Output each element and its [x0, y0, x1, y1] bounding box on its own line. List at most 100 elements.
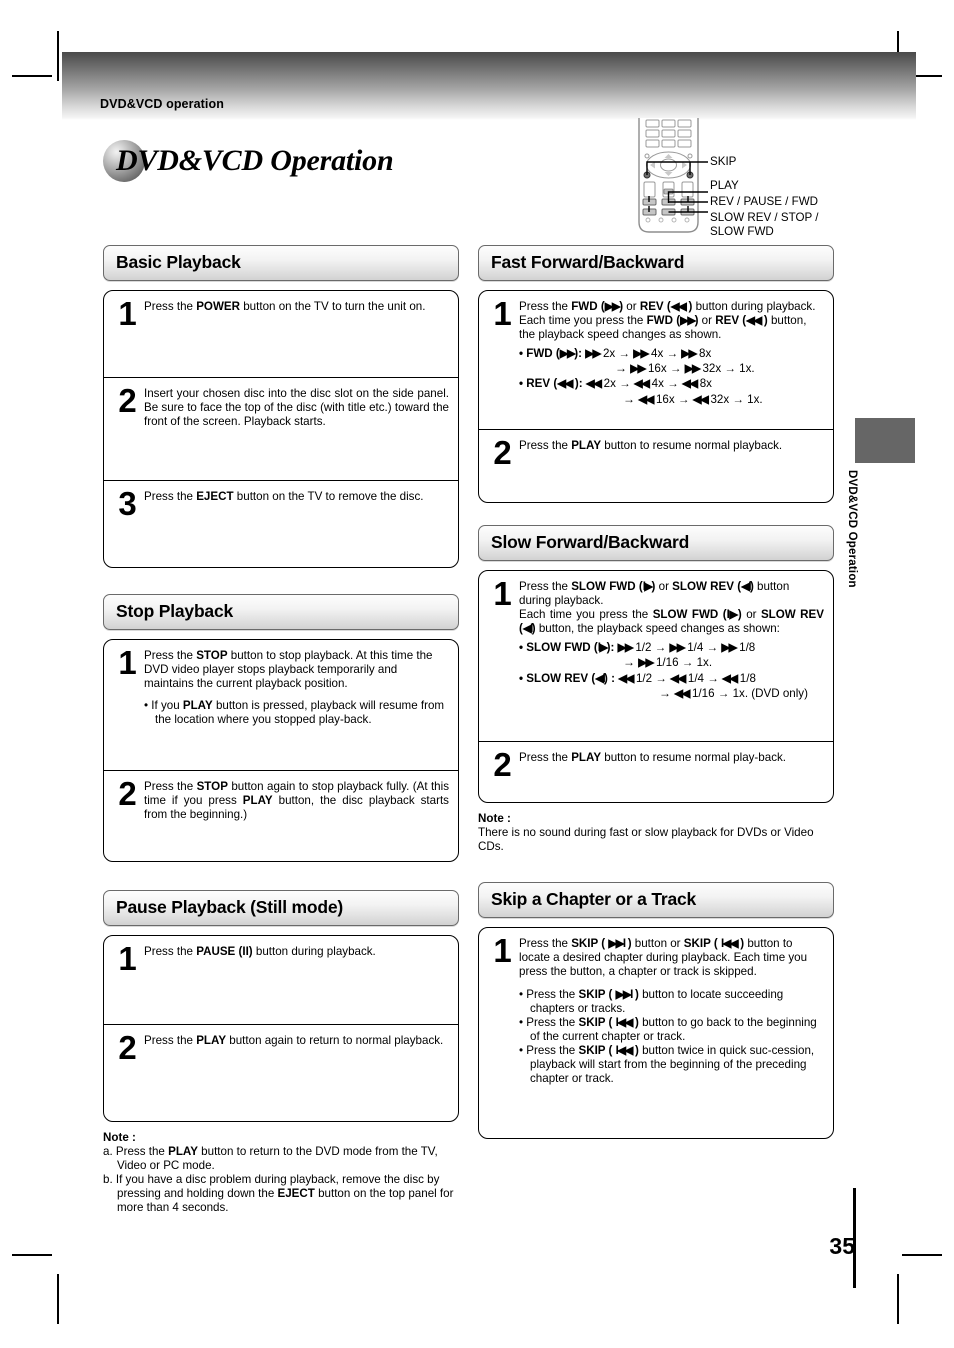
speed-value: 1/2 → — [635, 671, 667, 685]
text-run: button to resume normal play-back. — [601, 751, 787, 764]
instruction-line-1: Press the SKIP ( ▶▶I ) button or SKIP ( … — [519, 937, 824, 979]
text-run: ) : — [604, 671, 615, 685]
footer-rule — [853, 1188, 856, 1288]
bullet-item: • If you PLAY button is pressed, playbac… — [144, 699, 449, 727]
callout-rev-pause-fwd: REV / PAUSE / FWD — [710, 195, 819, 208]
step-item: 2 Press the PLAY button to resume normal… — [479, 741, 833, 802]
bold-term: POWER — [196, 300, 241, 313]
note-heading: Note : — [103, 1131, 136, 1144]
text-run: Press the — [144, 780, 197, 793]
bold-term: FWD ( — [646, 314, 681, 328]
text-run: or — [698, 314, 716, 328]
step-text: Press the EJECT button on the TV to remo… — [144, 487, 449, 504]
step-number: 2 — [118, 1029, 137, 1066]
arrow: → — [623, 655, 635, 670]
skip-back-icon: I◀◀ — [615, 1044, 634, 1057]
slow-rev-speed-sequence: • SLOW REV (◀I) : ◀◀ 1/2 → ◀◀ 1/4 → ◀◀ 1… — [519, 672, 824, 701]
text-run: Press the — [519, 300, 572, 313]
bold-term: SLOW REV ( — [672, 580, 742, 593]
rev-icon: ◀◀ — [557, 378, 573, 391]
slow-fwd-icon: I▶ — [726, 609, 740, 622]
rev-icon: ◀◀ — [722, 672, 738, 685]
step-number: 2 — [493, 434, 512, 471]
skip-forward-icon: ▶▶I — [608, 938, 626, 951]
text-run: ): — [571, 377, 583, 391]
step-number: 1 — [493, 295, 512, 332]
instruction-line-2: Each time you press the SLOW FWD (I▶) or… — [519, 608, 824, 636]
page-title: DVD&VCD Operation — [103, 140, 394, 182]
fwd-icon: ▶▶ — [559, 348, 576, 361]
step-item: 1 Press the SKIP ( ▶▶I ) button or SKIP … — [479, 928, 833, 1138]
slow-fwd-speed-sequence: • SLOW FWD (I▶): ▶▶ 1/2 → ▶▶ 1/4 → ▶▶ 1/… — [519, 641, 824, 670]
bold-term: STOP — [196, 780, 228, 793]
bold-term: SKIP ( — [578, 1015, 613, 1029]
speed-value: 4x → — [651, 377, 679, 391]
speed-value: 1/16 → 1x. (DVD only) — [691, 686, 808, 700]
text-run: ) — [760, 314, 768, 328]
bold-term: REV ( — [639, 300, 671, 313]
fwd-icon: ▶▶ — [680, 315, 696, 328]
speed-value: 1/4 → — [687, 641, 719, 655]
step-text: Press the PLAY button to resume normal p… — [519, 748, 824, 765]
page-title-text: DVD&VCD Operation — [116, 144, 394, 177]
text-run: Each time you press the — [519, 314, 647, 328]
fwd-icon: ▶▶ — [684, 363, 701, 376]
step-text: Press the POWER button on the TV to turn… — [144, 297, 449, 314]
skip-back-icon: I◀◀ — [615, 1016, 634, 1029]
fwd-icon: ▶▶ — [669, 642, 685, 655]
pause-playback-steps: 1 Press the PAUSE (II) button during pla… — [103, 935, 459, 1122]
step-text: Insert your chosen disc into the disc sl… — [144, 384, 449, 429]
text-run: button to resume normal playback. — [601, 439, 783, 452]
bold-term: SKIP ( — [578, 1043, 613, 1057]
section-header-slow-forward-backward: Slow Forward/Backward — [478, 525, 834, 561]
step-text: Press the STOP button to stop playback. … — [144, 646, 449, 727]
rev-icon: ◀◀ — [585, 378, 602, 391]
step-number: 1 — [493, 575, 512, 612]
section-header-skip-chapter: Skip a Chapter or a Track — [478, 882, 834, 919]
step-text: Press the PAUSE (II) button during playb… — [144, 942, 449, 959]
text-run: button on the TV to turn the unit on. — [240, 300, 426, 313]
slow-fwd-icon: I▶ — [642, 581, 653, 593]
text-run: Press the — [144, 649, 197, 662]
skip-back-icon: I◀◀ — [720, 938, 739, 951]
bold-term: PLAY — [196, 1034, 227, 1047]
speed-row: • SLOW FWD (I▶): ▶▶ 1/2 → ▶▶ 1/4 → ▶▶ 1/… — [519, 641, 824, 655]
fwd-icon: ▶▶ — [617, 642, 634, 655]
right-column: Fast Forward/Backward 1 Press the FWD (▶… — [478, 245, 834, 1140]
step-item: 2 Press the STOP button again to stop pl… — [104, 770, 458, 861]
section-header-fast-forward-backward: Fast Forward/Backward — [478, 245, 834, 281]
text-run: • Press the — [519, 1015, 579, 1029]
page-number: 35 — [829, 1233, 855, 1259]
bold-term: SLOW FWD ( — [571, 580, 643, 593]
text-run: Insert your chosen disc into the disc sl… — [144, 387, 449, 429]
text-run: Press the — [519, 937, 572, 951]
slow-forward-steps: 1 Press the SLOW FWD (I▶) or SLOW REV (◀… — [478, 570, 834, 803]
text-run: Press the — [144, 300, 197, 313]
text-run: or — [741, 608, 757, 622]
slow-fwd-icon: I▶ — [597, 642, 608, 655]
step-number: 2 — [118, 382, 137, 419]
bold-term: STOP — [196, 649, 228, 662]
speed-value: 1/16 → 1x. — [655, 656, 713, 670]
step-text: Press the SLOW FWD (I▶) or SLOW REV (◀I)… — [519, 577, 824, 701]
bullet-item: • Press the SKIP ( ▶▶I ) button to locat… — [519, 988, 824, 1016]
text-run: Press the — [519, 751, 572, 764]
speed-row: • REV (◀◀ ): ◀◀ 2x → ◀◀ 4x → ◀◀ 8x — [519, 377, 824, 391]
step-item: 1 Press the FWD (▶▶) or REV (◀◀ ) button… — [479, 291, 833, 429]
rev-icon: ◀◀ — [692, 393, 709, 406]
bold-term: PLAY — [571, 751, 602, 764]
text-run: • SLOW REV ( — [519, 671, 596, 685]
step-item: 1 Press the STOP button to stop playback… — [104, 640, 458, 770]
speed-value: 16x → — [655, 392, 690, 406]
text-run: or — [623, 300, 640, 313]
text-run: ) — [631, 1043, 639, 1057]
text-run: • REV ( — [519, 377, 558, 391]
speed-value: 1/8 — [739, 671, 756, 685]
slow-rev-icon: ◀I — [741, 581, 751, 593]
text-run: button during playback. — [692, 300, 816, 313]
bold-term: EJECT — [196, 490, 234, 503]
step-item: 1 Press the PAUSE (II) button during pla… — [104, 936, 458, 1024]
callout-play: PLAY — [710, 179, 739, 192]
side-tab-label: DVD&VCD Operation — [846, 470, 858, 588]
speed-value: 4x → — [651, 347, 679, 361]
